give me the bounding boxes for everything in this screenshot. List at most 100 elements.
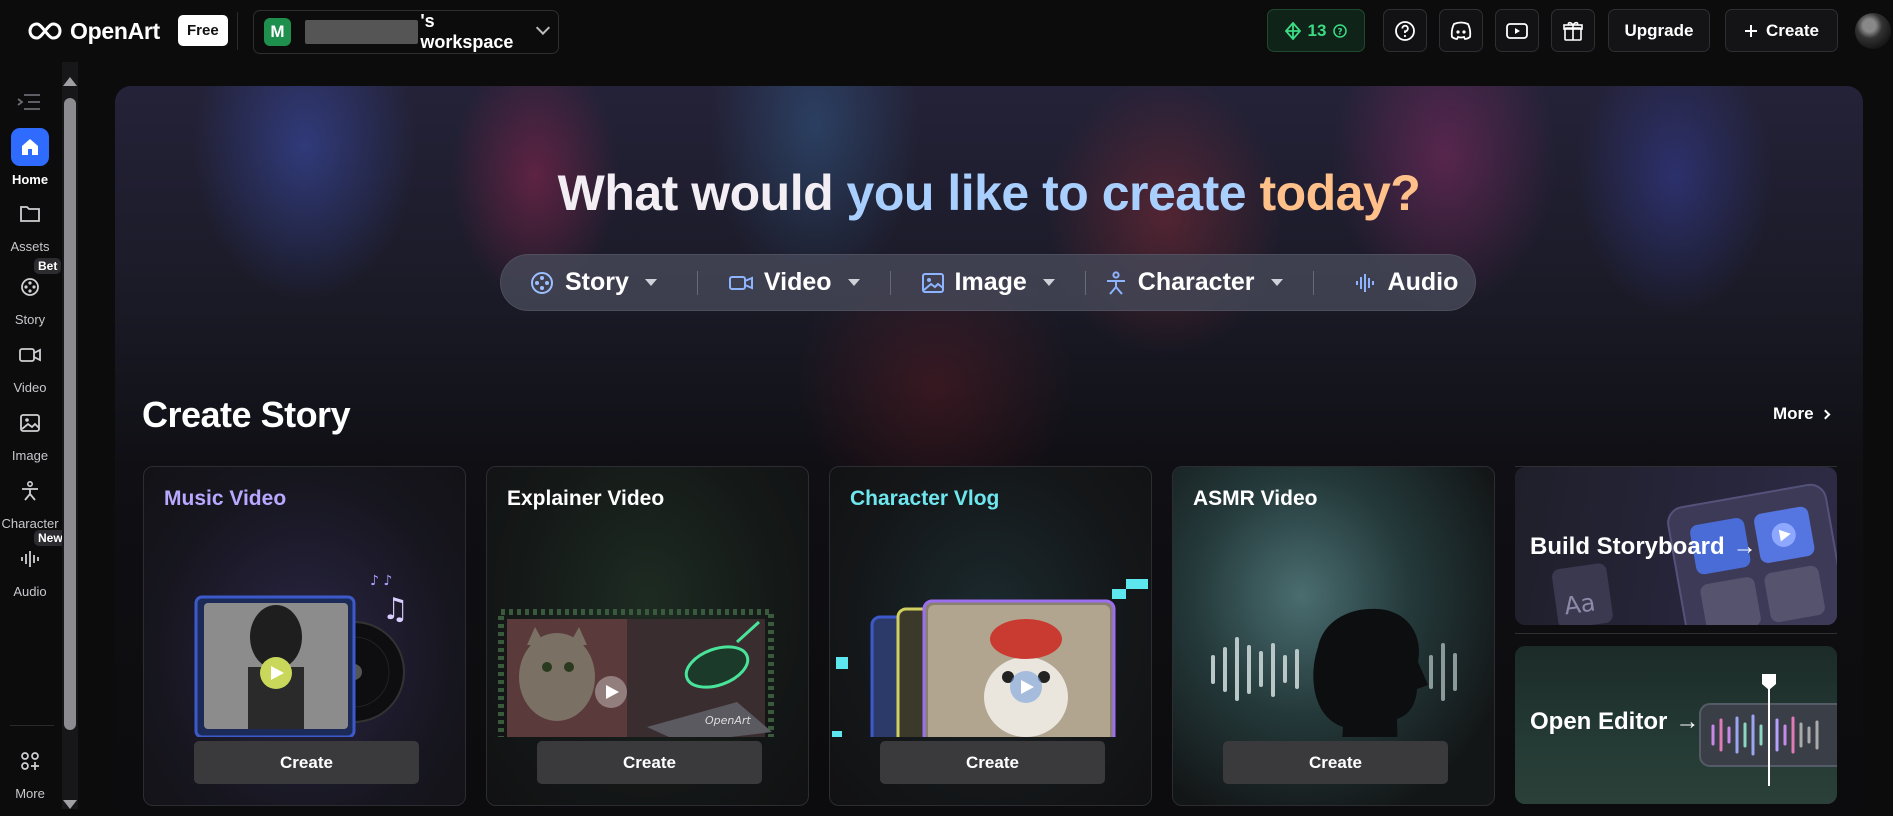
create-character-vlog-button[interactable]: Create [880, 741, 1105, 784]
image-icon [20, 414, 40, 432]
sidebar-divider [10, 725, 54, 726]
card-title: Music Video [164, 487, 287, 510]
scroll-up-arrow-icon[interactable] [63, 77, 77, 86]
youtube-icon [1506, 22, 1528, 39]
music-video-thumbnail: ♫ ♪ ♪ [194, 573, 409, 737]
sidebar-item-home[interactable]: Home [0, 128, 60, 187]
beta-badge: Bet [34, 258, 62, 274]
top-bar: OpenArt Free M 's workspace 13 ? Upgrade… [0, 0, 1893, 62]
gift-icon [1563, 21, 1583, 41]
card-title: Explainer Video [507, 487, 665, 510]
create-asmr-video-button[interactable]: Create [1223, 741, 1448, 784]
plan-badge: Free [178, 15, 228, 46]
sidebar-item-story[interactable]: Bet Story [0, 258, 62, 327]
sidebar-item-image[interactable]: Image [0, 404, 60, 463]
type-separator [696, 270, 698, 295]
user-avatar[interactable] [1855, 13, 1891, 49]
svg-text:♪ ♪: ♪ ♪ [370, 573, 392, 589]
type-story-label: Story [565, 268, 629, 296]
type-separator [889, 270, 891, 295]
credits-button[interactable]: 13 ? [1267, 9, 1365, 52]
arrow-right-icon: → [1732, 533, 1757, 560]
story-card-character-vlog[interactable]: Character Vlog Create [829, 466, 1152, 806]
type-character-label: Character [1137, 268, 1255, 296]
side-card-title: Build Storyboard → [1530, 533, 1757, 560]
diamond-icon [1284, 21, 1301, 40]
divider [237, 12, 238, 50]
apps-grid-icon [21, 752, 39, 770]
audio-waveform-icon [21, 551, 39, 567]
type-audio[interactable]: Audio [1354, 254, 1459, 311]
folder-icon [20, 206, 40, 222]
upgrade-button[interactable]: Upgrade [1608, 9, 1710, 52]
sidebar-item-character[interactable]: Character [0, 472, 60, 531]
sidebar-item-label: Home [11, 172, 49, 187]
caret-down-icon [1042, 279, 1055, 286]
build-storyboard-card[interactable]: Aa Build Storyboard → [1515, 467, 1837, 625]
more-link[interactable]: More [1773, 404, 1831, 424]
infinity-logo-icon [28, 22, 62, 40]
type-story[interactable]: Story [529, 254, 657, 311]
menu-collapse-icon [17, 94, 40, 110]
character-icon [22, 480, 38, 501]
side-card-title: Open Editor → [1530, 708, 1700, 735]
card-title: ASMR Video [1193, 487, 1318, 510]
discord-icon [1450, 21, 1472, 40]
sidebar-item-more[interactable]: More [0, 742, 60, 801]
chevron-right-icon [1820, 409, 1831, 419]
sidebar-item-label: Story [14, 312, 46, 327]
chevron-down-icon [536, 20, 551, 35]
story-card-explainer-video[interactable]: Explainer Video OpenArt Create [486, 466, 809, 806]
create-button-label: Create [1766, 20, 1819, 40]
film-reel-icon [531, 271, 553, 294]
caret-down-icon [1270, 279, 1283, 286]
type-video-label: Video [763, 268, 832, 296]
creation-type-bar: Story Video Image Character Audio [500, 254, 1476, 311]
svg-text:♫: ♫ [382, 592, 409, 627]
discord-button[interactable] [1439, 9, 1483, 52]
open-editor-card[interactable]: Open Editor → [1515, 646, 1837, 804]
type-video[interactable]: Video [728, 254, 860, 311]
sidebar-collapse-button[interactable] [16, 92, 42, 117]
help-button[interactable] [1383, 9, 1427, 52]
svg-text:?: ? [1338, 27, 1343, 37]
type-image[interactable]: Image [921, 254, 1055, 311]
sidebar-item-label: Image [11, 448, 49, 463]
workspace-selector[interactable]: M 's workspace [253, 10, 559, 54]
workspace-avatar: M [264, 18, 291, 46]
create-explainer-video-button[interactable]: Create [537, 741, 762, 784]
svg-text:OpenArt: OpenArt [705, 714, 751, 727]
credits-count: 13 [1307, 20, 1327, 40]
openart-logo[interactable]: OpenArt [28, 17, 160, 45]
character-icon [1106, 270, 1125, 295]
story-card-music-video[interactable]: Music Video ♫ ♪ ♪ Create [143, 466, 466, 806]
youtube-button[interactable] [1495, 9, 1539, 52]
workspace-name: 's workspace [420, 11, 514, 52]
sidebar-item-assets[interactable]: Assets [0, 195, 60, 254]
scrollbar-thumb[interactable] [64, 98, 76, 730]
sidebar-item-video[interactable]: Video [0, 336, 60, 395]
type-character[interactable]: Character [1104, 254, 1283, 311]
film-reel-icon [21, 278, 39, 296]
gift-button[interactable] [1551, 9, 1595, 52]
type-image-label: Image [954, 268, 1027, 296]
plus-icon [1745, 24, 1758, 37]
sidebar-item-label: More [15, 786, 45, 801]
sidebar-item-audio[interactable]: New Audio [0, 530, 67, 599]
caret-down-icon [644, 279, 657, 286]
section-title: Create Story [142, 394, 351, 435]
asmr-video-thumbnail [1211, 608, 1457, 737]
scroll-down-arrow-icon[interactable] [63, 800, 77, 809]
story-card-asmr-video[interactable]: ASMR Video Create [1172, 466, 1495, 806]
explainer-video-thumbnail: OpenArt [498, 609, 774, 737]
sidebar-item-label: Character [1, 516, 59, 531]
sidebar-item-label: Video [13, 380, 47, 395]
create-music-video-button[interactable]: Create [194, 741, 419, 784]
logo-text: OpenArt [70, 17, 160, 44]
type-audio-label: Audio [1387, 268, 1459, 296]
image-icon [921, 272, 944, 293]
create-button[interactable]: Create [1725, 9, 1838, 52]
more-link-label: More [1773, 404, 1814, 423]
type-separator [1084, 270, 1086, 295]
sidebar: Home Assets Bet Story Video Image Charac… [0, 62, 67, 809]
